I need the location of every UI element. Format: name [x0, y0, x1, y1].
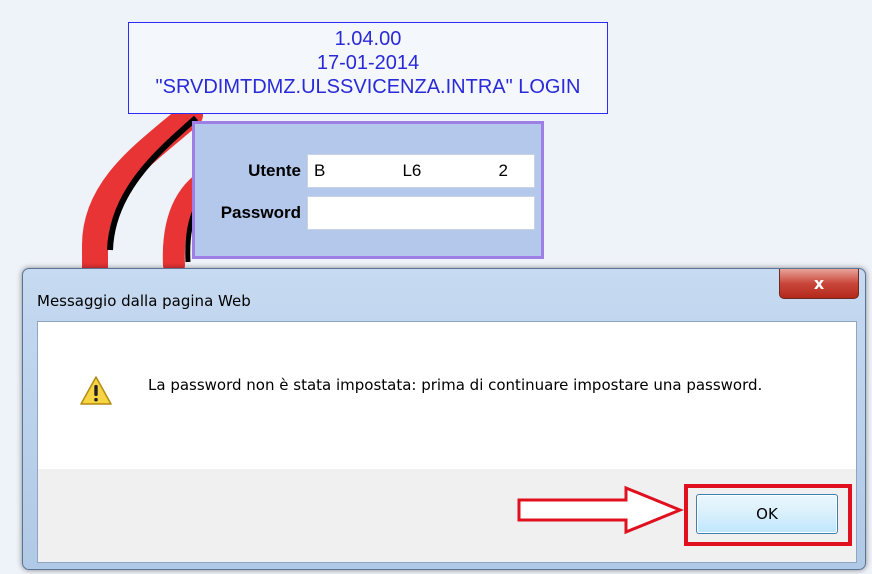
user-value-part-3: 2: [498, 161, 508, 180]
version-date: 17-01-2014: [316, 52, 420, 74]
red-arrow-annotation: [517, 485, 684, 535]
dialog-message: La password non è stata impostata: prima…: [148, 376, 763, 394]
user-row: Utente B L6 2: [195, 154, 541, 190]
warning-icon: [80, 376, 112, 405]
user-field[interactable]: B L6 2: [307, 154, 535, 188]
dialog-body: La password non è stata impostata: prima…: [37, 321, 857, 471]
user-value-part-1: B: [314, 161, 326, 180]
user-value-part-2: L6: [402, 161, 422, 180]
server-login-title: "SRVDIMTDMZ.ULSSVICENZA.INTRA" LOGIN: [155, 76, 581, 98]
password-row: Password: [195, 196, 541, 232]
ok-button-label: OK: [756, 505, 778, 523]
version-info-box: 1.04.00 17-01-2014 "SRVDIMTDMZ.ULSSVICEN…: [128, 22, 608, 114]
password-label: Password: [220, 203, 301, 222]
password-field[interactable]: [307, 196, 535, 230]
ok-button[interactable]: OK: [696, 494, 838, 534]
version-number: 1.04.00: [334, 28, 402, 50]
login-panel: Utente B L6 2 Password: [192, 121, 544, 259]
close-icon: x: [813, 274, 825, 293]
close-button[interactable]: x: [779, 269, 859, 299]
dialog-title: Messaggio dalla pagina Web: [37, 292, 251, 310]
user-label: Utente: [248, 161, 301, 180]
